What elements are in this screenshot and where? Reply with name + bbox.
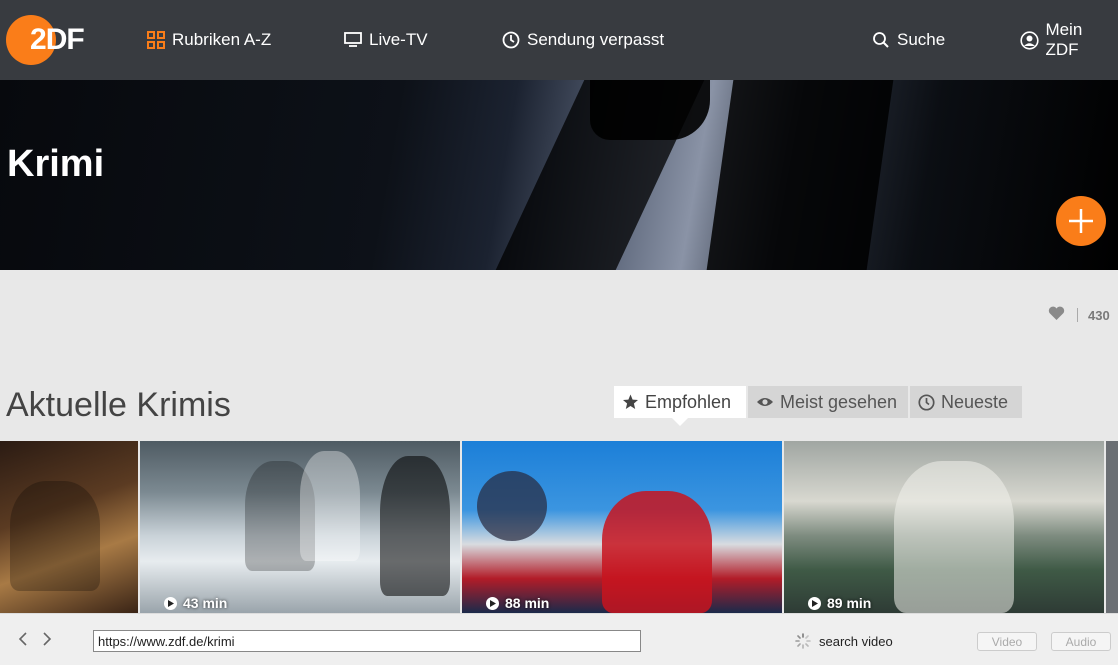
duration-label: 89 min (827, 595, 872, 611)
add-to-favorites-button[interactable] (1056, 196, 1106, 246)
teaser-image (300, 451, 360, 561)
logo-text: 2DF (30, 23, 85, 56)
teaser-card[interactable]: 88 min (462, 441, 782, 613)
page-title: Krimi (7, 143, 105, 185)
top-navigation: 2DF Rubriken A-Z Live-TV Sendung verpass… (0, 0, 1118, 80)
status-text: search video (819, 634, 893, 649)
teaser-image (602, 491, 712, 613)
teaser-carousel: 43 min 88 min 89 min (0, 441, 1118, 613)
section-title: Aktuelle Krimis (6, 386, 231, 424)
browser-bar: search video Video Audio (0, 613, 1118, 665)
loading-spinner-icon (795, 633, 811, 649)
nav-suche[interactable]: Suche (871, 28, 945, 52)
duration-badge: 89 min (808, 595, 871, 611)
duration-label: 43 min (183, 595, 228, 611)
eye-icon (756, 396, 774, 408)
hero-banner: Krimi (0, 80, 1118, 270)
back-icon[interactable] (18, 632, 28, 651)
heart-icon[interactable] (1048, 306, 1065, 324)
play-icon (808, 596, 821, 610)
clock-icon (918, 393, 935, 411)
teaser-card[interactable]: 89 min (784, 441, 1104, 613)
forward-icon[interactable] (42, 632, 52, 651)
teaser-card[interactable] (0, 441, 138, 613)
star-icon (622, 394, 639, 410)
teaser-image (894, 461, 1014, 613)
tv-icon (343, 30, 363, 50)
nav-rubriken-label: Rubriken A-Z (172, 30, 272, 49)
nav-mein-zdf-label: Mein ZDF (1045, 20, 1083, 59)
nav-sendung-verpasst[interactable]: Sendung verpasst (501, 28, 664, 52)
grid-icon (146, 30, 166, 50)
tab-neueste[interactable]: Neueste (910, 386, 1022, 418)
duration-badge: 88 min (486, 595, 549, 611)
tab-empfohlen[interactable]: Empfohlen (614, 386, 746, 426)
likes-count: 430 (1088, 307, 1110, 323)
divider (1077, 308, 1078, 322)
plus-icon (1069, 209, 1093, 233)
nav-mein-zdf[interactable]: Mein ZDF (1020, 20, 1118, 59)
hero-shadow (706, 80, 894, 270)
url-input[interactable] (93, 630, 641, 652)
tab-empfohlen-label: Empfohlen (645, 391, 732, 412)
clock-icon (501, 30, 521, 50)
nav-live-tv-label: Live-TV (369, 30, 428, 49)
teaser-image (380, 456, 450, 596)
sort-tabs: Empfohlen Meist gesehen Neueste (614, 386, 1024, 426)
play-icon (486, 596, 499, 610)
user-icon (1020, 30, 1039, 50)
tab-meist-gesehen-label: Meist gesehen (780, 391, 898, 412)
likes-counter: 430 (1048, 306, 1110, 324)
nav-suche-label: Suche (897, 30, 946, 49)
nav-rubriken[interactable]: Rubriken A-Z (146, 28, 271, 52)
tab-meist-gesehen[interactable]: Meist gesehen (748, 386, 908, 418)
video-button[interactable]: Video (977, 632, 1037, 651)
audio-button[interactable]: Audio (1051, 632, 1111, 651)
zdf-logo[interactable]: 2DF (6, 15, 92, 65)
teaser-card[interactable]: 43 min (140, 441, 460, 613)
teaser-card[interactable] (1106, 441, 1118, 613)
nav-sendung-verpasst-label: Sendung verpasst (527, 30, 665, 49)
search-icon (871, 30, 891, 50)
hero-figure (590, 80, 710, 140)
teaser-image (10, 481, 100, 591)
duration-badge: 43 min (164, 595, 227, 611)
nav-live-tv[interactable]: Live-TV (343, 28, 428, 52)
tab-neueste-label: Neueste (941, 391, 1009, 412)
play-icon (164, 596, 177, 610)
duration-label: 88 min (505, 595, 550, 611)
teaser-image (477, 471, 547, 541)
